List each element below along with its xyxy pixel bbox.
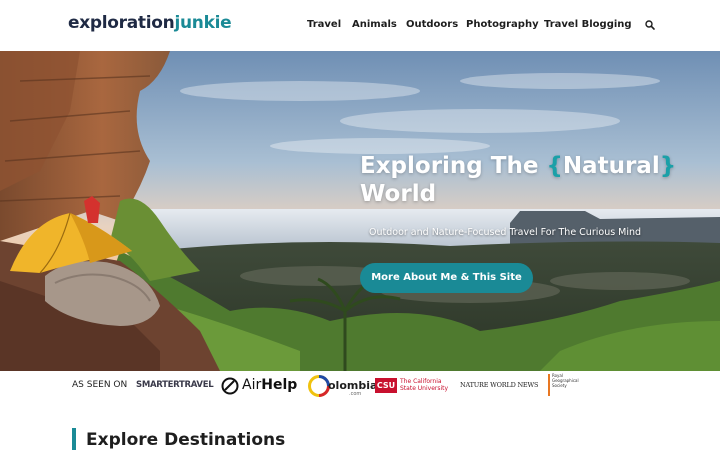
nav-outdoors[interactable]: Outdoors (406, 19, 458, 30)
rgs-accent-bar (548, 374, 550, 396)
explore-destinations-heading: Explore Destinations (86, 430, 286, 450)
airhelp-mark-icon (221, 377, 239, 395)
rgs-line3: Society (552, 383, 567, 388)
smartertravel-logo: SMARTERTRAVEL (136, 380, 214, 390)
as-seen-on-label: AS SEEN ON (72, 380, 128, 390)
hero-title-brace-close: } (659, 153, 677, 179)
csu-line2: State University (400, 385, 449, 392)
hero-title-highlight: Natural (562, 153, 660, 179)
hero-title-pre: Exploring The (360, 153, 547, 179)
hero-title-brace-open: { (546, 153, 563, 179)
colombia-sub-text: .com (349, 391, 362, 397)
site-header: explorationjunkie Travel Animals Outdoor… (0, 0, 720, 51)
airhelp-text-b: Help (261, 377, 298, 393)
nav-travel[interactable]: Travel (307, 19, 341, 30)
search-icon[interactable] (644, 19, 656, 31)
airhelp-text-a: Air (242, 377, 262, 393)
hero-title: Exploring The {Natural} World (360, 152, 700, 208)
section-accent-bar (72, 428, 76, 450)
about-cta-button[interactable]: More About Me & This Site (360, 263, 533, 293)
hero-landscape-image (0, 51, 720, 371)
csu-line1: The California (400, 378, 442, 385)
hero-banner: Exploring The {Natural} World Outdoor an… (0, 51, 720, 371)
nav-travel-blogging[interactable]: Travel Blogging (544, 19, 632, 30)
nav-animals[interactable]: Animals (352, 19, 397, 30)
as-seen-on-bar: AS SEEN ON SMARTERTRAVEL AirHelp olombia… (0, 371, 720, 401)
hero-title-line2: World (360, 181, 437, 207)
rgs-logo: Royal Geographical Society (548, 372, 584, 400)
csu-badge: CSU (375, 378, 397, 393)
hero-subtitle: Outdoor and Nature-Focused Travel For Th… (369, 227, 642, 238)
colombia-logo: olombia .com (307, 374, 377, 400)
main-nav: Travel Animals Outdoors Photography Trav… (0, 19, 720, 33)
nav-photography[interactable]: Photography (466, 19, 539, 30)
nature-world-news-logo: NATURE WORLD NEWS (460, 381, 539, 389)
